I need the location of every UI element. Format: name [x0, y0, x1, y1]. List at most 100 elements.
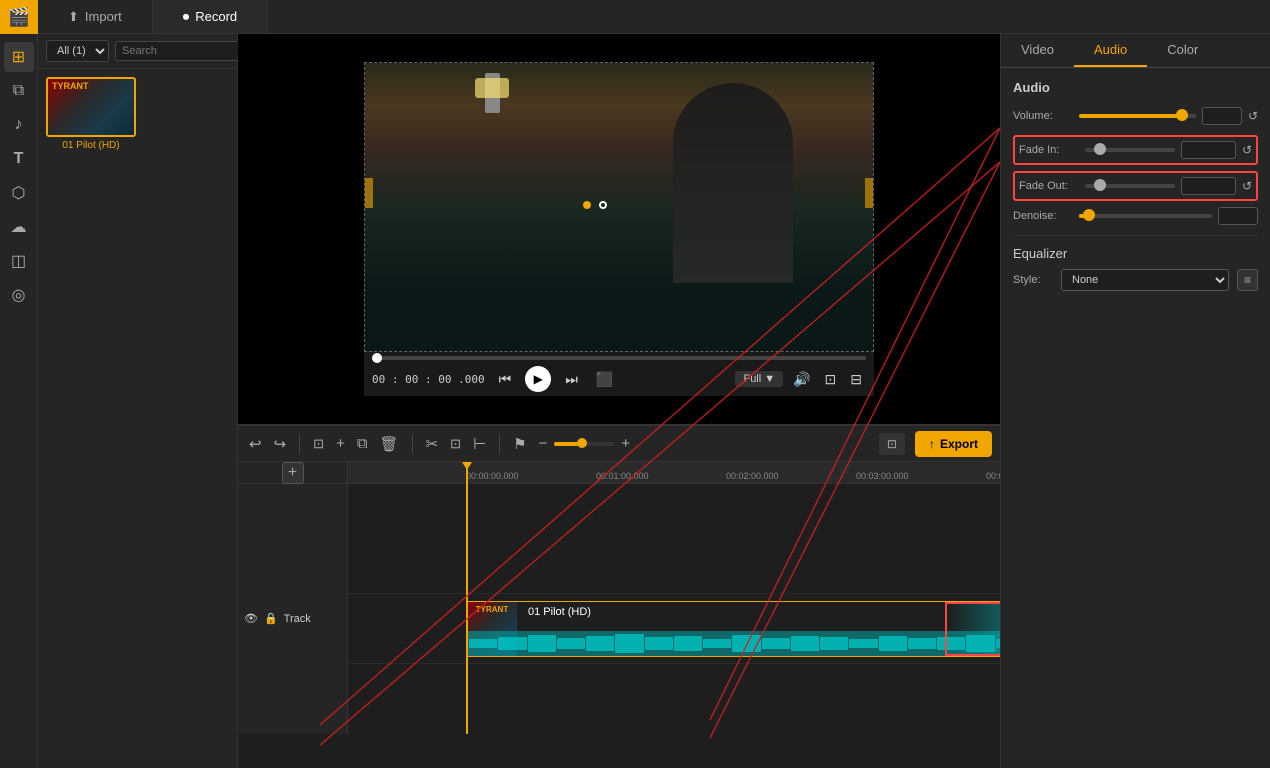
equalizer-title: Equalizer [1013, 246, 1258, 261]
divider-1 [1013, 235, 1258, 236]
waveform-bar [615, 634, 643, 653]
video-preview [364, 62, 874, 352]
step-back-button[interactable]: ⏮ [495, 369, 516, 390]
tab-record[interactable]: ⏺ Record [153, 0, 268, 33]
right-panel-tabs: Video Audio Color [1001, 34, 1270, 68]
fade-out-value[interactable]: 22.080s [1181, 177, 1236, 195]
playback-scrubber[interactable] [372, 356, 866, 360]
waveform-bar [849, 639, 877, 647]
volume-track [1079, 114, 1196, 118]
fade-out-reset-button[interactable]: ↺ [1242, 179, 1252, 193]
right-panel-body: Audio Volume: 185 ↺ Fade In: [1001, 68, 1270, 768]
denoise-row: Denoise: 0 [1013, 207, 1258, 225]
media-thumbnail: TYRANT [46, 77, 136, 137]
sidebar-item-filters[interactable]: ◫ [4, 246, 34, 276]
clip-waveform [467, 631, 1000, 656]
tab-audio[interactable]: Audio [1074, 34, 1147, 67]
copy-button[interactable]: ⧉ [354, 432, 371, 455]
zoom-in-button[interactable]: + [618, 432, 633, 455]
crop-button[interactable]: ⊡ [447, 433, 464, 455]
time-display: 00 : 00 : 00 .000 [372, 373, 485, 386]
waveform-bar [645, 637, 673, 650]
fullscreen-button[interactable]: Full ▼ [735, 371, 783, 387]
step-forward-button[interactable]: ⏭ [561, 369, 582, 390]
timeline-ruler: 00:00:00.000 00:01:00.000 00:02:00.000 0… [348, 462, 1000, 484]
clip-thumb-text: TYRANT [467, 601, 517, 618]
zoom-out-button[interactable]: − [536, 432, 551, 455]
zoom-slider[interactable] [554, 442, 614, 446]
fade-in-slider[interactable] [1085, 148, 1175, 152]
media-panel: All (1) ⊞ TYRANT 01 Pilot (HD) [38, 34, 238, 768]
add-media-button[interactable]: + [333, 432, 348, 455]
flag-button[interactable]: ⚑ [510, 432, 529, 456]
play-button[interactable]: ▶ [525, 366, 551, 392]
toolbar-separator-1 [299, 434, 300, 454]
fade-out-track [1085, 184, 1175, 188]
waveform-bar [762, 638, 790, 650]
waveform-bar [674, 636, 702, 652]
cut-button[interactable]: ✂ [423, 432, 442, 456]
screenshot-preview-button[interactable]: ⊡ [821, 369, 841, 390]
fade-in-track [1085, 148, 1175, 152]
style-label: Style: [1013, 274, 1053, 286]
delete-button[interactable]: 🗑 [377, 432, 402, 456]
preview-dot-white [599, 201, 607, 209]
waveform-bar [528, 635, 556, 652]
sidebar-item-transitions[interactable]: ⧉ [4, 76, 34, 106]
center-area: 00 : 00 : 00 .000 ⏮ ▶ ⏭ ⬛ Full ▼ 🔊 ⊡ ⊟ [238, 34, 1000, 768]
clip-title: 01 Pilot (HD) [522, 606, 597, 618]
waveform-bar [879, 636, 907, 652]
toolbar-separator-2 [412, 434, 413, 454]
sidebar-item-media[interactable]: ⊞ [4, 42, 34, 72]
left-sidebar: ⊞ ⧉ ♪ T ⬡ ☁ ◫ ◎ [0, 34, 38, 768]
export-button[interactable]: ↑ Export [915, 431, 992, 457]
screenshot-button[interactable]: ⊡ [879, 433, 905, 455]
timeline-area: ↩ ↪ ⊡ + ⧉ 🗑 ✂ ⊡ ⊢ ⚑ − + [238, 424, 1000, 734]
volume-value[interactable]: 185 [1202, 107, 1242, 125]
fade-in-reset-button[interactable]: ↺ [1242, 143, 1252, 157]
waveform-bar [586, 636, 614, 651]
denoise-slider[interactable] [1079, 214, 1212, 218]
tab-video[interactable]: Video [1001, 34, 1074, 67]
timeline-tracks[interactable]: 00:00:00.000 00:01:00.000 00:02:00.000 0… [348, 462, 1000, 734]
equalizer-style-select[interactable]: None [1061, 269, 1229, 291]
track-label-row: 👁 🔒 Track [244, 612, 341, 625]
empty-track [348, 484, 1000, 594]
volume-slider[interactable] [1079, 114, 1196, 118]
equalizer-settings-button[interactable]: ≡ [1237, 269, 1258, 291]
media-content: TYRANT 01 Pilot (HD) [38, 69, 237, 159]
video-clip[interactable]: TYRANT 01 Pilot (HD) [466, 601, 1000, 657]
tab-color[interactable]: Color [1147, 34, 1218, 67]
fade-in-row: Fade In: 21.076s ↺ [1013, 135, 1258, 165]
sidebar-item-stickers[interactable]: ◎ [4, 280, 34, 310]
sidebar-item-text[interactable]: T [4, 144, 34, 174]
sidebar-item-effects[interactable]: ⬡ [4, 178, 34, 208]
visibility-icon[interactable]: 👁 [244, 612, 258, 625]
denoise-value[interactable]: 0 [1218, 207, 1258, 225]
fade-out-slider[interactable] [1085, 184, 1175, 188]
media-filter-dropdown[interactable]: All (1) [46, 40, 109, 62]
snapshot-button[interactable]: ⊡ [310, 433, 327, 455]
media-item[interactable]: TYRANT 01 Pilot (HD) [46, 77, 136, 151]
playhead-indicator [462, 462, 472, 470]
add-track-button[interactable]: + [282, 462, 304, 484]
toolbar-separator-3 [499, 434, 500, 454]
stop-button[interactable]: ⬛ [592, 369, 617, 390]
undo-button[interactable]: ↩ [246, 432, 265, 456]
pip-button[interactable]: ⊟ [846, 369, 866, 390]
track-header: + [238, 462, 347, 484]
lock-icon[interactable]: 🔒 [264, 612, 278, 625]
fade-in-value[interactable]: 21.076s [1181, 141, 1236, 159]
sidebar-item-cloud[interactable]: ☁ [4, 212, 34, 242]
volume-reset-button[interactable]: ↺ [1248, 109, 1258, 123]
playhead[interactable] [466, 462, 468, 734]
ruler-mark-3: 00:03:00.000 [856, 471, 909, 481]
trim-button[interactable]: ⊢ [470, 432, 489, 456]
sidebar-item-audio[interactable]: ♪ [4, 110, 34, 140]
tab-import[interactable]: ⬆ Import [38, 0, 153, 33]
audio-section-title: Audio [1013, 80, 1258, 95]
redo-button[interactable]: ↪ [271, 432, 290, 456]
volume-button[interactable]: 🔊 [789, 369, 814, 390]
equalizer-style-row: Style: None ≡ [1013, 269, 1258, 291]
export-icon: ↑ [929, 437, 935, 451]
